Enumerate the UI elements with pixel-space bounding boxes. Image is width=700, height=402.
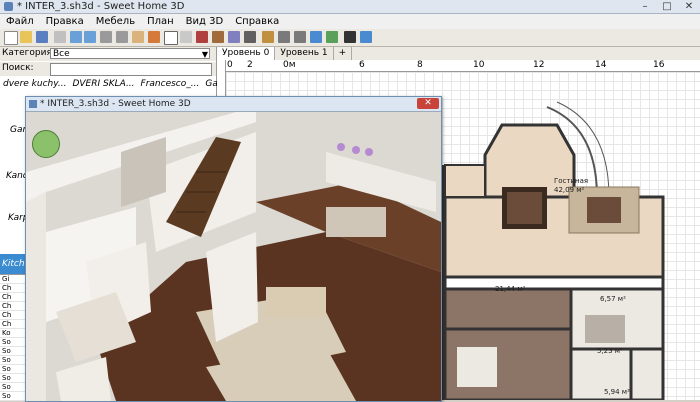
select-mode-icon[interactable] bbox=[164, 31, 178, 45]
window-title: * INTER_3.sh3d - Sweet Home 3D bbox=[17, 1, 185, 12]
new-file-icon[interactable] bbox=[4, 31, 18, 45]
app-icon bbox=[29, 100, 37, 108]
3d-view-title: * INTER_3.sh3d - Sweet Home 3D bbox=[40, 99, 191, 109]
menu-3d-view[interactable]: Вид 3D bbox=[180, 14, 230, 29]
catalog-item[interactable]: Gar bbox=[10, 125, 26, 135]
app-icon bbox=[4, 2, 13, 11]
menu-file[interactable]: Файл bbox=[0, 14, 40, 29]
3d-view-window[interactable]: * INTER_3.sh3d - Sweet Home 3D ✕ bbox=[25, 96, 442, 402]
zoom-out-icon[interactable] bbox=[294, 31, 306, 43]
create-photo-icon[interactable] bbox=[326, 31, 338, 43]
kitchen-counter bbox=[326, 207, 386, 237]
cut-icon[interactable] bbox=[54, 31, 66, 43]
maximize-button[interactable]: □ bbox=[660, 0, 674, 13]
room-area-label: 21,44 м² bbox=[495, 285, 526, 293]
3d-view-titlebar[interactable]: * INTER_3.sh3d - Sweet Home 3D ✕ bbox=[26, 97, 441, 112]
copy-icon[interactable] bbox=[100, 31, 112, 43]
bed bbox=[585, 315, 625, 343]
save-icon[interactable] bbox=[36, 31, 48, 43]
search-input[interactable] bbox=[50, 63, 212, 76]
search-label: Поиск: bbox=[2, 63, 34, 73]
menu-furniture[interactable]: Мебель bbox=[90, 14, 141, 29]
3d-scene bbox=[26, 112, 441, 401]
zoom-fit-icon[interactable] bbox=[310, 31, 322, 43]
3d-view-canvas[interactable] bbox=[26, 112, 441, 401]
undo-icon[interactable] bbox=[70, 31, 82, 43]
rotate-icon[interactable] bbox=[262, 31, 274, 43]
import-icon[interactable] bbox=[148, 31, 160, 43]
pan-mode-icon[interactable] bbox=[180, 31, 192, 43]
toolbar bbox=[0, 29, 700, 47]
outer-wall bbox=[442, 165, 445, 400]
ceiling-light bbox=[352, 146, 360, 154]
zoom-in-icon[interactable] bbox=[278, 31, 290, 43]
create-dimensions-icon[interactable] bbox=[228, 31, 240, 43]
rug bbox=[457, 347, 497, 387]
create-rooms-icon[interactable] bbox=[212, 31, 224, 43]
open-folder-icon[interactable] bbox=[20, 31, 32, 43]
room-5-94 bbox=[629, 347, 665, 400]
room-area-label: 42,09 м² bbox=[554, 186, 585, 194]
add-text-icon[interactable] bbox=[244, 31, 256, 43]
menu-edit[interactable]: Правка bbox=[40, 14, 90, 29]
room-21 bbox=[443, 287, 573, 331]
navigation-compass-icon[interactable] bbox=[32, 130, 60, 158]
dining-table-top bbox=[507, 192, 542, 224]
menu-plan[interactable]: План bbox=[141, 14, 180, 29]
category-select[interactable]: Все ▼ bbox=[50, 48, 210, 59]
coffee-table bbox=[587, 197, 621, 223]
room-name-label: Гостиная bbox=[554, 177, 589, 185]
3d-view-close-button[interactable]: ✕ bbox=[417, 98, 439, 109]
wall bbox=[26, 192, 46, 401]
category-value: Все bbox=[53, 49, 70, 59]
ceiling-light bbox=[337, 143, 345, 151]
paste-icon[interactable] bbox=[116, 31, 128, 43]
dining-table bbox=[266, 287, 326, 317]
ceiling-light bbox=[365, 148, 373, 156]
create-walls-icon[interactable] bbox=[196, 31, 208, 43]
room-area-label: 6,57 м² bbox=[600, 295, 626, 303]
close-button[interactable]: ✕ bbox=[682, 0, 696, 13]
category-label: Категория bbox=[2, 48, 52, 58]
room-area-label: 5,94 м² bbox=[604, 388, 630, 396]
room-area-label: 5,23 м² bbox=[597, 347, 623, 355]
menu-bar: Файл Правка Мебель План Вид 3D Справка bbox=[0, 14, 700, 29]
menu-help[interactable]: Справка bbox=[229, 14, 285, 29]
help-icon[interactable] bbox=[360, 31, 372, 43]
corner-room bbox=[444, 164, 486, 198]
video-icon[interactable] bbox=[344, 31, 356, 43]
redo-icon[interactable] bbox=[84, 31, 96, 43]
chevron-down-icon: ▼ bbox=[201, 50, 208, 59]
minimize-button[interactable]: – bbox=[638, 0, 652, 13]
title-bar: * INTER_3.sh3d - Sweet Home 3D – □ ✕ bbox=[0, 0, 700, 14]
add-furniture-icon[interactable] bbox=[132, 31, 144, 43]
hallway bbox=[443, 275, 665, 291]
